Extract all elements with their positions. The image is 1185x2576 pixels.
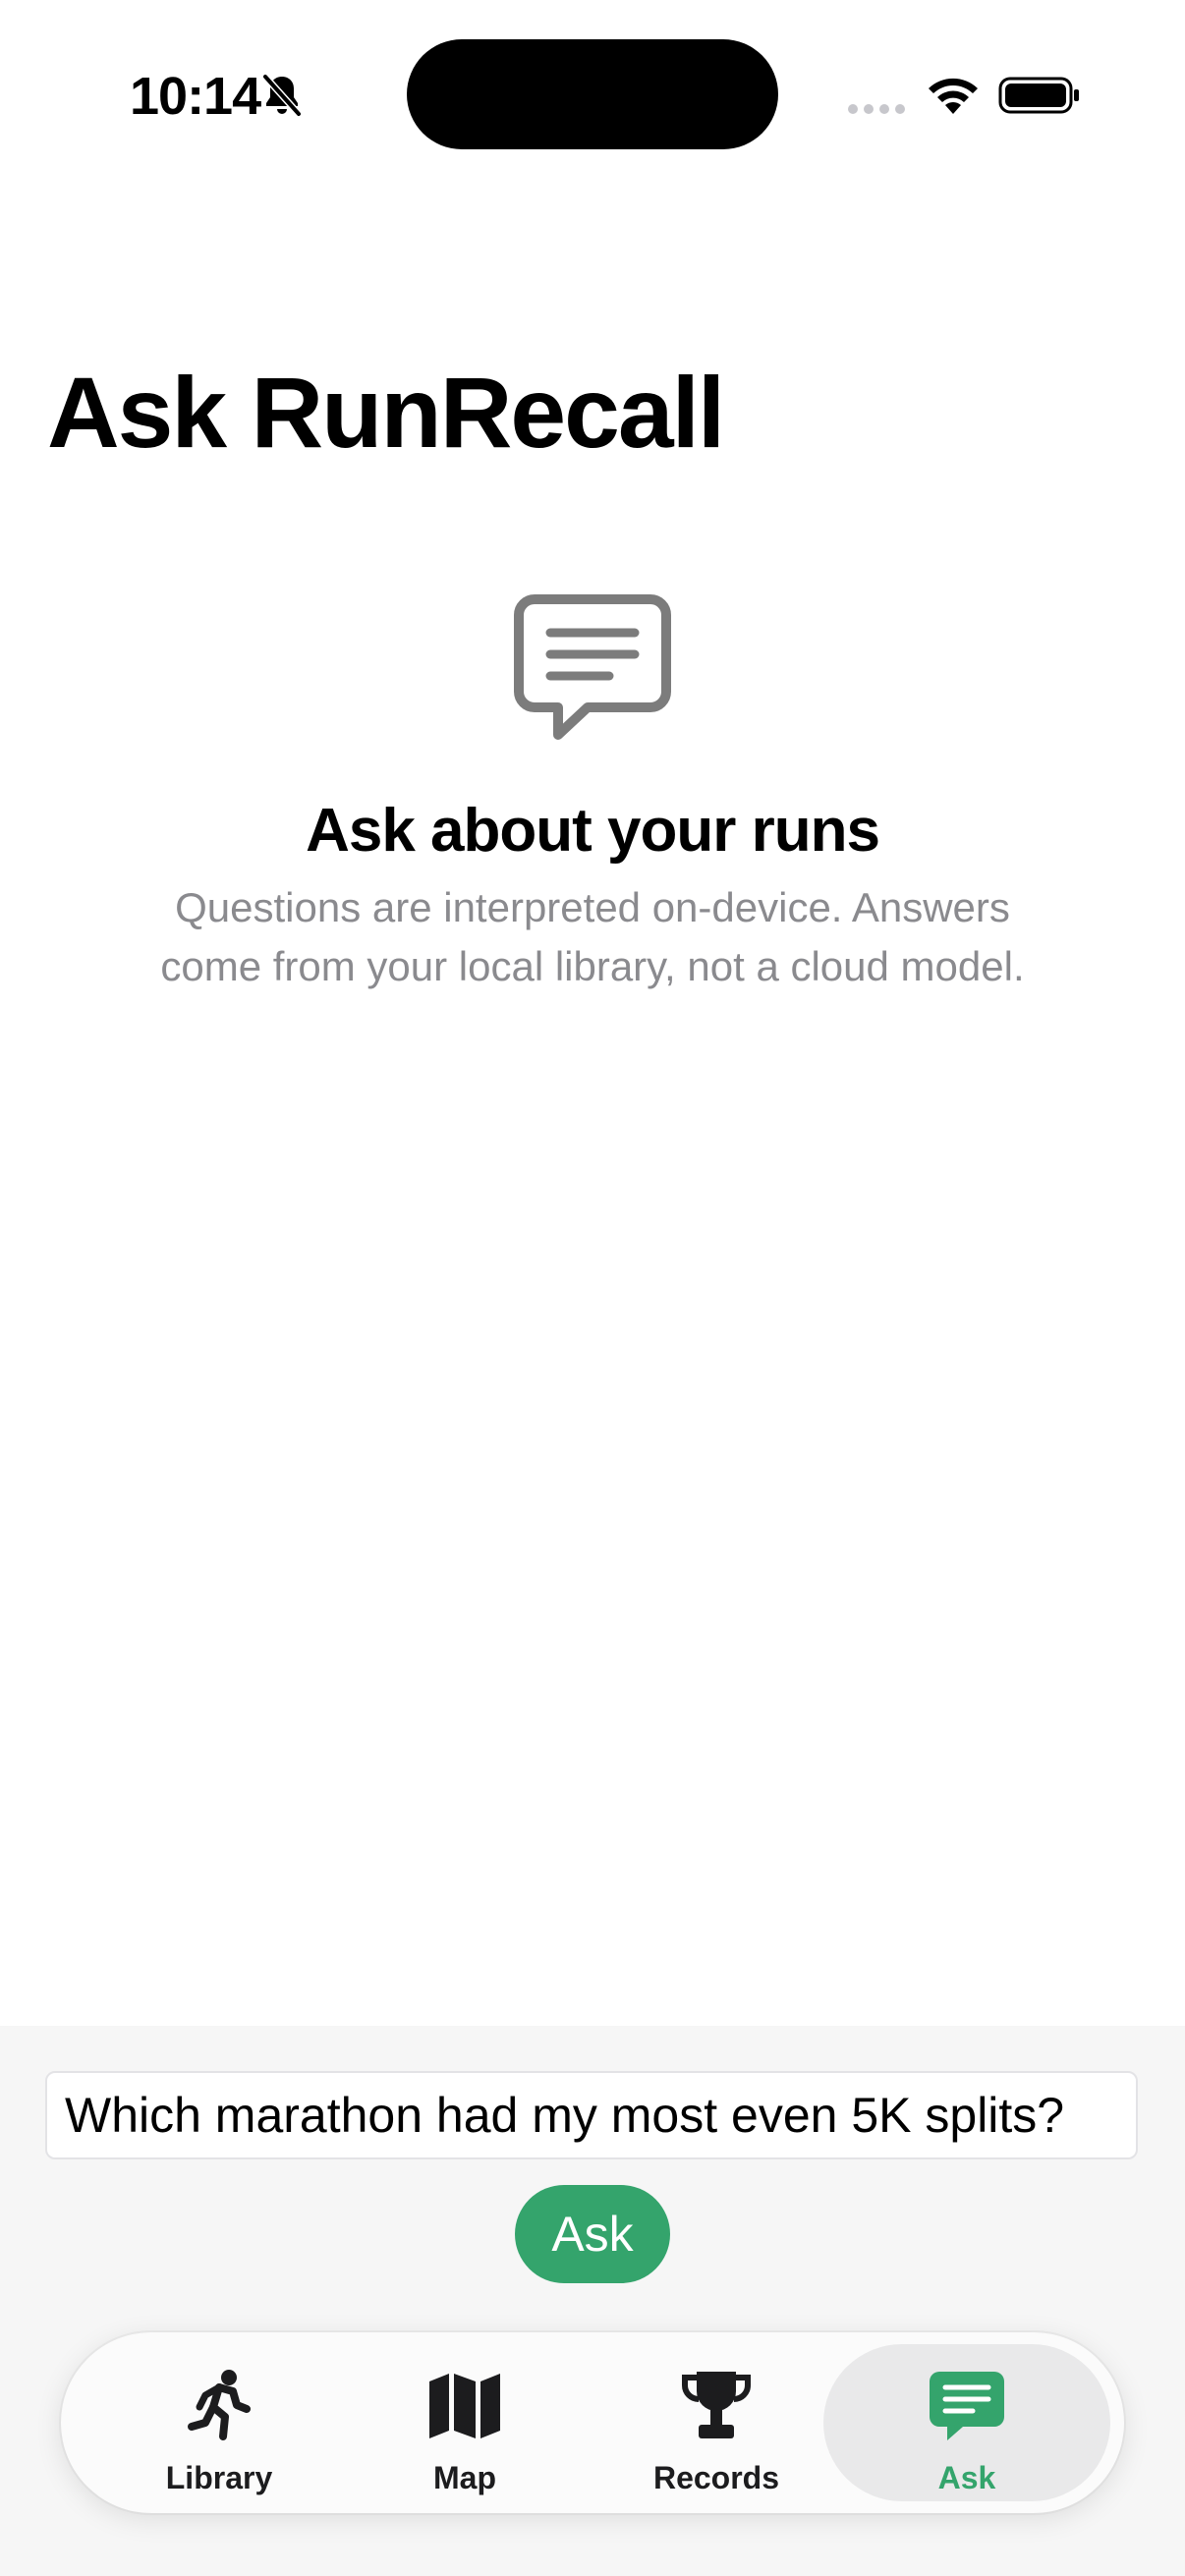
dynamic-island <box>407 39 778 149</box>
question-input[interactable] <box>45 2071 1138 2159</box>
cellular-icon <box>848 104 905 114</box>
tab-library-label: Library <box>165 2460 273 2495</box>
map-icon <box>429 2374 500 2438</box>
status-time: 10:14 <box>130 67 261 126</box>
chat-bubble-icon <box>514 594 671 740</box>
tab-records[interactable]: Records <box>593 2332 839 2513</box>
tab-ask[interactable]: Ask <box>823 2344 1110 2501</box>
screen: 10:14 Ask RunRecall Ask about your runs … <box>0 0 1185 2576</box>
tab-bar: Library Map Records Ask <box>61 2332 1124 2513</box>
empty-state-title: Ask about your runs <box>306 797 880 865</box>
tab-library[interactable]: Library <box>96 2332 342 2513</box>
tab-ask-label: Ask <box>937 2460 996 2495</box>
tab-map[interactable]: Map <box>342 2332 588 2513</box>
ask-button[interactable]: Ask <box>515 2185 670 2283</box>
trophy-icon <box>682 2372 751 2438</box>
runner-icon <box>188 2370 251 2440</box>
battery-icon <box>998 77 1079 114</box>
empty-state-description: Questions are interpreted on-device. Ans… <box>160 884 1025 989</box>
wifi-icon <box>929 78 978 114</box>
page-title: Ask RunRecall <box>47 357 725 469</box>
bell-slash-icon <box>261 73 303 118</box>
chat-bubble-icon <box>930 2372 1004 2440</box>
tab-records-label: Records <box>652 2460 780 2495</box>
tab-map-label: Map <box>433 2460 496 2495</box>
